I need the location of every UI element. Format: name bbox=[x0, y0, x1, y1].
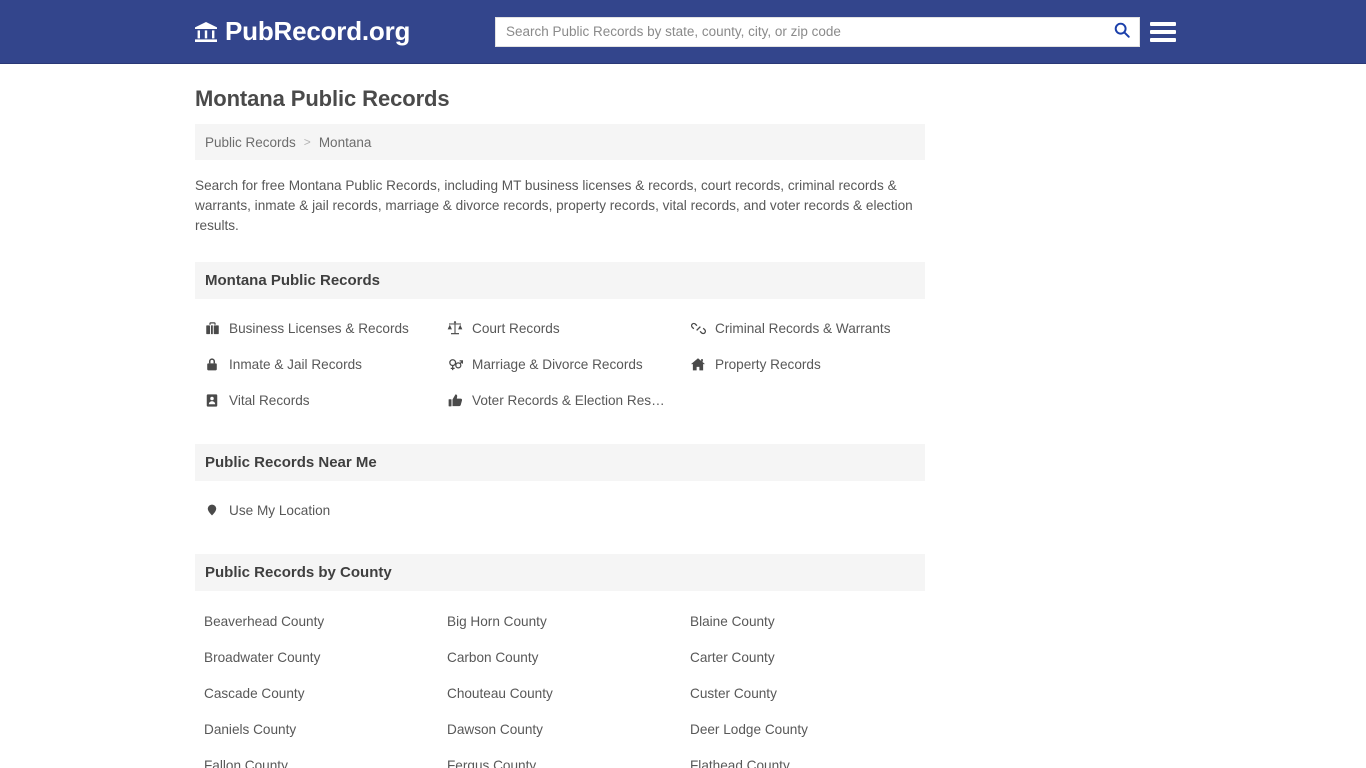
county-link[interactable]: Dawson County bbox=[438, 711, 681, 747]
id-card-icon bbox=[204, 393, 220, 408]
record-link-property-records[interactable]: Property Records bbox=[681, 346, 925, 382]
page-title: Montana Public Records bbox=[195, 86, 450, 111]
record-link-label: Voter Records & Election Res… bbox=[472, 392, 665, 408]
record-link-label: Court Records bbox=[472, 320, 560, 336]
bank-icon bbox=[194, 20, 218, 44]
records-link-grid: Business Licenses & Records Court Record… bbox=[195, 299, 925, 418]
brand-name: PubRecord.org bbox=[225, 16, 411, 46]
thumbs-up-icon bbox=[447, 393, 463, 408]
record-link-label: Vital Records bbox=[229, 392, 310, 408]
county-link[interactable]: Flathead County bbox=[681, 747, 925, 768]
breadcrumb-item-current: Montana bbox=[318, 134, 372, 150]
menu-bar-2 bbox=[1150, 29, 1176, 34]
county-link[interactable]: Fallon County bbox=[195, 747, 438, 768]
near-me-label: Use My Location bbox=[229, 502, 331, 518]
record-link-voter-records[interactable]: Voter Records & Election Res… bbox=[438, 382, 681, 418]
county-link[interactable]: Carter County bbox=[681, 639, 925, 675]
section-header-records: Montana Public Records bbox=[195, 262, 925, 299]
county-link[interactable]: Chouteau County bbox=[438, 675, 681, 711]
county-link[interactable]: Broadwater County bbox=[195, 639, 438, 675]
record-link-vital-records[interactable]: Vital Records bbox=[195, 382, 438, 418]
lock-icon bbox=[204, 357, 220, 372]
venus-mars-icon bbox=[447, 357, 463, 372]
county-link[interactable]: Cascade County bbox=[195, 675, 438, 711]
balance-scale-icon bbox=[447, 320, 463, 336]
map-marker-icon bbox=[204, 502, 220, 518]
hamburger-menu-icon[interactable] bbox=[1150, 19, 1176, 45]
briefcase-icon bbox=[204, 321, 220, 336]
search-button[interactable] bbox=[1105, 17, 1139, 46]
content-container: Montana Public Records Public Records > … bbox=[195, 86, 925, 768]
site-header: PubRecord.org bbox=[0, 0, 1366, 64]
handcuffs-icon bbox=[690, 321, 706, 336]
record-link-label: Property Records bbox=[715, 356, 821, 372]
county-link[interactable]: Deer Lodge County bbox=[681, 711, 925, 747]
page-body: Montana Public Records Public Records > … bbox=[0, 64, 1366, 768]
breadcrumb-separator-icon: > bbox=[303, 135, 311, 149]
county-link[interactable]: Fergus County bbox=[438, 747, 681, 768]
record-link-marriage-divorce-records[interactable]: Marriage & Divorce Records bbox=[438, 346, 681, 382]
breadcrumb: Public Records > Montana bbox=[195, 124, 925, 160]
record-link-label: Business Licenses & Records bbox=[229, 320, 409, 336]
record-link-business-licenses[interactable]: Business Licenses & Records bbox=[195, 310, 438, 346]
county-link[interactable]: Big Horn County bbox=[438, 603, 681, 639]
county-link[interactable]: Blaine County bbox=[681, 603, 925, 639]
county-link[interactable]: Daniels County bbox=[195, 711, 438, 747]
page-intro-text: Search for free Montana Public Records, … bbox=[195, 178, 913, 233]
breadcrumb-item-root[interactable]: Public Records bbox=[205, 135, 296, 150]
record-link-label: Criminal Records & Warrants bbox=[715, 320, 891, 336]
search-bar[interactable] bbox=[495, 16, 1140, 47]
record-link-criminal-records[interactable]: Criminal Records & Warrants bbox=[681, 310, 925, 346]
section-header-near-me: Public Records Near Me bbox=[195, 444, 925, 481]
section-header-counties: Public Records by County bbox=[195, 554, 925, 591]
home-icon bbox=[690, 357, 706, 372]
county-link[interactable]: Custer County bbox=[681, 675, 925, 711]
county-link[interactable]: Beaverhead County bbox=[195, 603, 438, 639]
county-link-grid: Beaverhead County Big Horn County Blaine… bbox=[195, 591, 925, 768]
brand-logo[interactable]: PubRecord.org bbox=[194, 16, 410, 47]
record-link-inmate-jail-records[interactable]: Inmate & Jail Records bbox=[195, 346, 438, 382]
county-link[interactable]: Carbon County bbox=[438, 639, 681, 675]
use-my-location-link[interactable]: Use My Location bbox=[195, 492, 438, 528]
near-me-list: Use My Location bbox=[195, 481, 925, 528]
record-link-court-records[interactable]: Court Records bbox=[438, 310, 681, 346]
search-icon bbox=[1113, 21, 1131, 42]
search-input[interactable] bbox=[496, 17, 1105, 46]
record-link-label: Inmate & Jail Records bbox=[229, 356, 362, 372]
record-link-label: Marriage & Divorce Records bbox=[472, 356, 643, 372]
menu-bar-1 bbox=[1150, 21, 1176, 26]
menu-bar-3 bbox=[1150, 37, 1176, 42]
